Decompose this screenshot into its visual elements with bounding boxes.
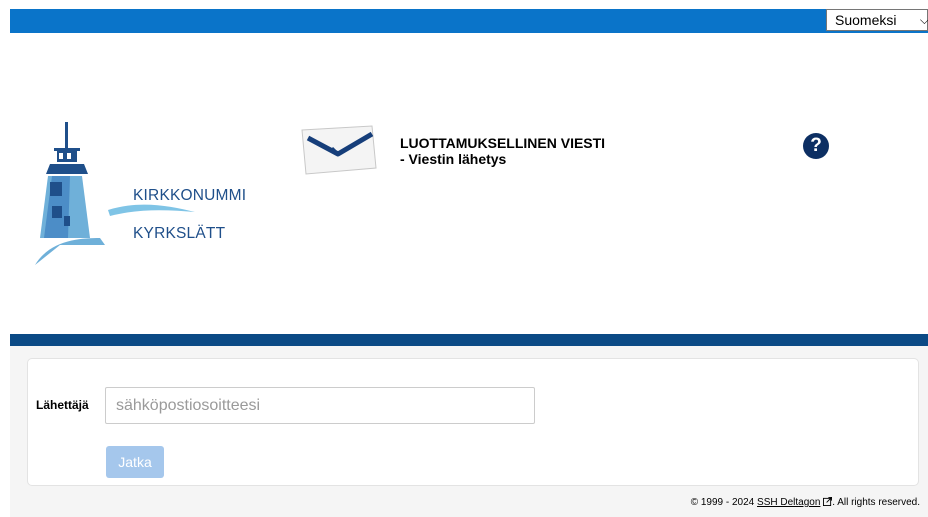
question-mark-circle-icon[interactable]: ? (803, 133, 829, 159)
footer-link-ssh-deltagon[interactable]: SSH Deltagon (757, 497, 820, 508)
external-link-icon (823, 497, 833, 506)
page-title: LUOTTAMUKSELLINEN VIESTI - Viestin lähet… (400, 135, 605, 167)
chevron-down-icon: ⌵ (919, 13, 928, 27)
footer-rights: . All rights reserved. (832, 497, 920, 508)
envelope-icon (300, 124, 380, 176)
page-title-main: LUOTTAMUKSELLINEN VIESTI (400, 135, 606, 151)
logo-text-finnish: KIRKKONUMMI (133, 187, 247, 204)
top-bar (10, 9, 928, 33)
kirkkonummi-logo: KIRKKONUMMI KYRKSLÄTT (30, 120, 246, 270)
footer: © 1999 - 2024 SSH Deltagon . All rights … (691, 497, 920, 508)
sender-email-input[interactable] (105, 387, 535, 424)
continue-button[interactable]: Jatka (106, 446, 164, 478)
logo-text-swedish: KYRKSLÄTT (133, 225, 226, 242)
divider-bar (10, 334, 928, 346)
sender-label: Lähettäjä (36, 398, 89, 412)
page-title-sub: - Viestin lähetys (400, 151, 507, 167)
footer-copyright: © 1999 - 2024 (690, 497, 755, 508)
language-select[interactable]: Suomeksi ⌵ (826, 9, 928, 31)
language-select-value: Suomeksi (835, 12, 897, 28)
